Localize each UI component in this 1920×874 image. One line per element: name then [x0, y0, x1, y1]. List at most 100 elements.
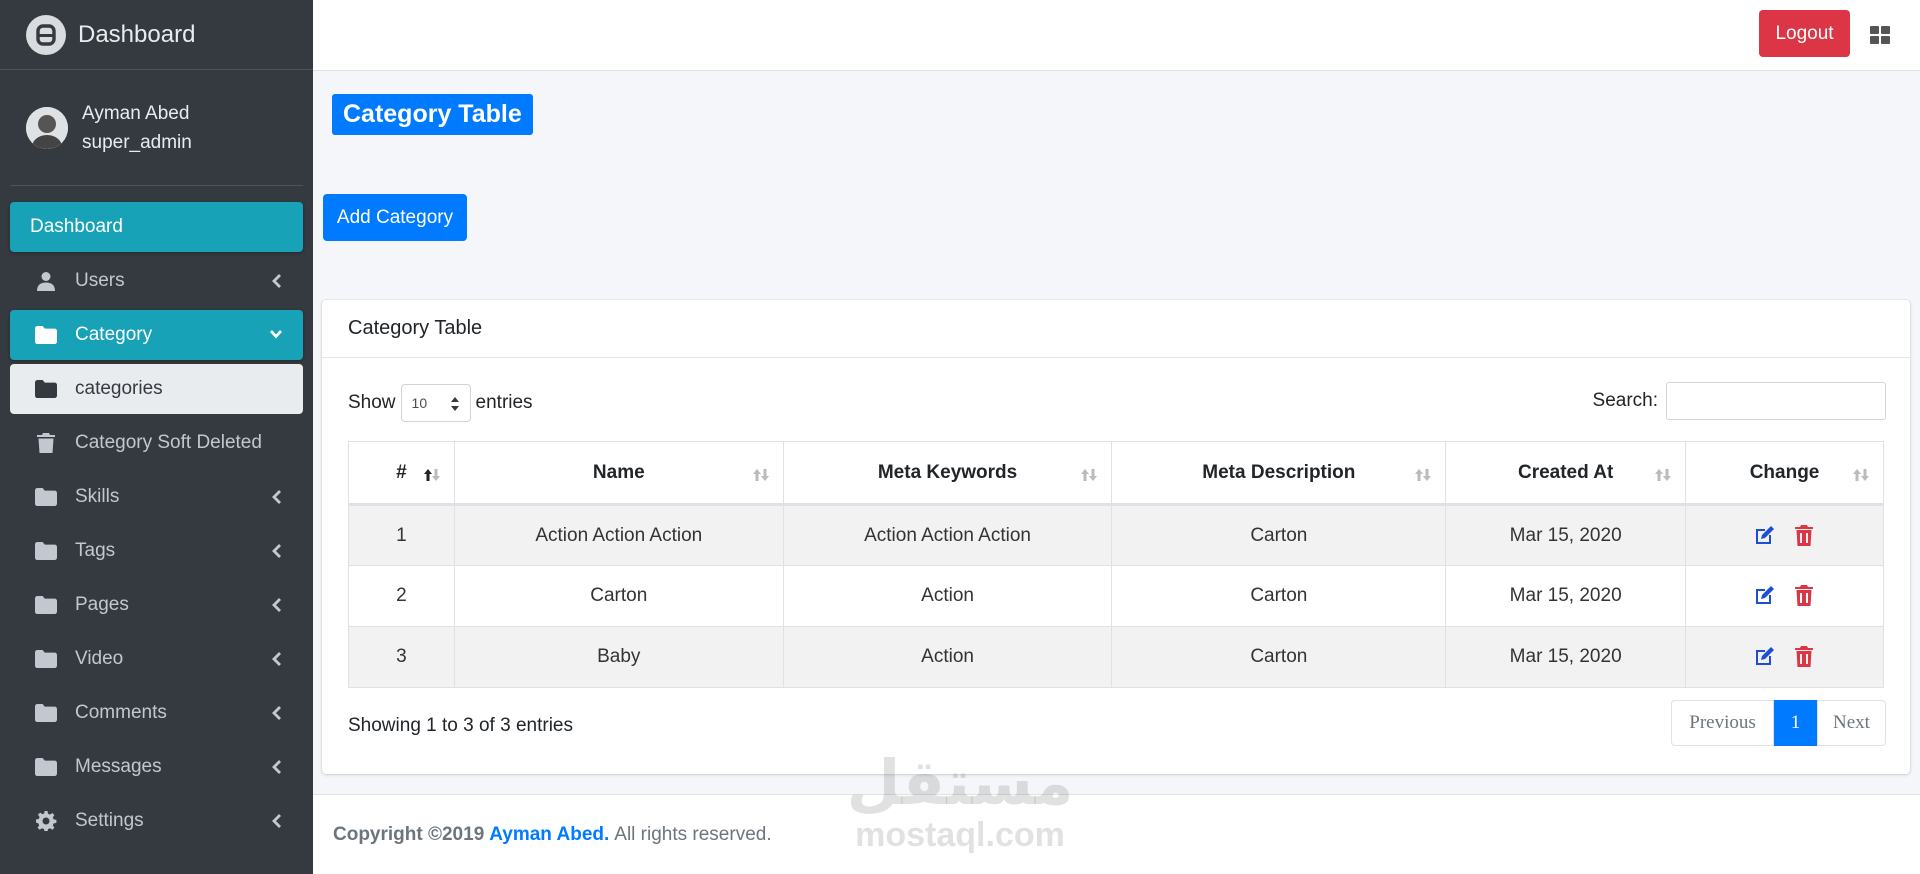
sort-icon: [1413, 466, 1433, 481]
pagination-next[interactable]: Next: [1817, 700, 1886, 746]
sidebar-item-label: Comments: [75, 702, 167, 723]
cell-actions: [1685, 626, 1884, 688]
sidebar-item-pages[interactable]: Pages: [10, 580, 303, 630]
column-header-created-at[interactable]: Created At: [1445, 441, 1687, 506]
page-length-control: Show 10 entries: [348, 384, 533, 422]
table-header-row: # Name Meta Keywords Meta Description Cr…: [348, 441, 1884, 506]
cell-created-at: Mar 15, 2020: [1445, 565, 1687, 627]
sidebar-item-users[interactable]: Users: [10, 256, 303, 306]
pagination-previous[interactable]: Previous: [1671, 700, 1774, 746]
logout-button[interactable]: Logout: [1759, 10, 1850, 57]
folder-icon: [34, 324, 58, 346]
top-navbar: Logout: [313, 0, 1920, 71]
page-length-select[interactable]: 10: [400, 384, 471, 422]
column-header-meta-keywords[interactable]: Meta Keywords: [782, 441, 1113, 506]
chevron-left-icon: [269, 543, 283, 559]
sidebar-item-settings[interactable]: Settings: [10, 796, 303, 846]
cell-description: Carton: [1111, 626, 1447, 688]
cell-actions: [1685, 565, 1884, 627]
sidebar-item-label: Settings: [75, 810, 144, 831]
user-role: super_admin: [82, 131, 192, 153]
pagination-page-1[interactable]: 1: [1774, 700, 1817, 746]
edit-icon[interactable]: [1754, 525, 1776, 546]
add-category-button[interactable]: Add Category: [323, 194, 467, 241]
edit-icon[interactable]: [1754, 646, 1776, 667]
trash-icon[interactable]: [1793, 646, 1815, 668]
folder-icon: [34, 756, 58, 778]
select-arrows-icon: [450, 397, 459, 414]
cell-id: 1: [348, 504, 455, 566]
category-table: # Name Meta Keywords Meta Description Cr…: [348, 441, 1884, 688]
folder-icon: [34, 594, 58, 616]
column-header-id[interactable]: #: [348, 441, 455, 506]
column-header-name[interactable]: Name: [453, 441, 784, 506]
sidebar-item-label: Dashboard: [30, 216, 123, 237]
sidebar-item-category[interactable]: Category: [10, 310, 303, 360]
trash-icon: [34, 432, 58, 454]
sidebar-nav: Dashboard Users Category categories Cate…: [0, 186, 313, 846]
edit-icon[interactable]: [1754, 585, 1776, 606]
sidebar-item-messages[interactable]: Messages: [10, 742, 303, 792]
chevron-left-icon: [269, 759, 283, 775]
watermark-latin: mostaql.com: [855, 816, 1065, 854]
chevron-left-icon: [269, 489, 283, 505]
chevron-left-icon: [269, 651, 283, 667]
cell-created-at: Mar 15, 2020: [1445, 626, 1687, 688]
sidebar-item-label: categories: [75, 378, 163, 399]
avatar: [26, 106, 68, 149]
card-title: Category Table: [322, 300, 1910, 358]
footer-author-link[interactable]: Ayman Abed.: [489, 824, 609, 846]
cell-id: 2: [348, 565, 455, 627]
search-input[interactable]: [1666, 382, 1886, 420]
sidebar-item-category-soft-deleted[interactable]: Category Soft Deleted: [10, 418, 303, 468]
footer-copyright: Copyright ©2019: [333, 823, 485, 845]
brand-link[interactable]: Dashboard: [0, 0, 313, 70]
sort-icon: [1851, 466, 1871, 481]
chevron-left-icon: [269, 597, 283, 613]
table-row: 3 Baby Action Carton Mar 15, 2020: [348, 626, 1884, 688]
column-header-meta-description[interactable]: Meta Description: [1111, 441, 1447, 506]
chevron-down-icon: [269, 327, 283, 343]
sidebar-item-skills[interactable]: Skills: [10, 472, 303, 522]
table-row: 2 Carton Action Carton Mar 15, 2020: [348, 565, 1884, 627]
sidebar-item-comments[interactable]: Comments: [10, 688, 303, 738]
chevron-left-icon: [269, 273, 283, 289]
brand-logo-icon: [26, 14, 66, 55]
search-label: Search:: [1592, 390, 1658, 411]
footer-rights: All rights reserved.: [614, 823, 772, 845]
entries-label: entries: [475, 392, 533, 413]
chevron-left-icon: [269, 813, 283, 829]
cell-name: Action Action Action: [453, 504, 784, 566]
sidebar-item-video[interactable]: Video: [10, 634, 303, 684]
sidebar-item-tags[interactable]: Tags: [10, 526, 303, 576]
folder-icon: [34, 378, 58, 400]
sort-ascending-icon: [422, 466, 442, 481]
cell-name: Carton: [453, 565, 784, 627]
apps-grid-icon[interactable]: [1870, 26, 1890, 44]
trash-icon[interactable]: [1793, 585, 1815, 607]
user-icon: [34, 270, 58, 292]
sort-icon: [1653, 466, 1673, 481]
footer: Copyright ©2019 Ayman Abed. All rights r…: [313, 794, 1920, 874]
column-header-change[interactable]: Change: [1685, 441, 1884, 506]
sidebar-item-dashboard[interactable]: Dashboard: [10, 202, 303, 252]
cell-keywords: Action: [782, 626, 1113, 688]
page-title: Category Table: [332, 94, 533, 135]
cell-description: Carton: [1111, 565, 1447, 627]
table-info: Showing 1 to 3 of 3 entries: [348, 715, 573, 736]
sidebar-item-label: Skills: [75, 486, 120, 507]
user-panel[interactable]: Ayman Abed super_admin: [10, 70, 303, 186]
sidebar-item-label: Category Soft Deleted: [75, 432, 262, 453]
cell-keywords: Action Action Action: [782, 504, 1113, 566]
cell-id: 3: [348, 626, 455, 688]
sidebar-item-categories[interactable]: categories: [10, 364, 303, 414]
cell-name: Baby: [453, 626, 784, 688]
sidebar-item-label: Pages: [75, 594, 129, 615]
sidebar-item-label: Video: [75, 648, 124, 669]
cell-description: Carton: [1111, 504, 1447, 566]
pagination: Previous 1 Next: [1671, 700, 1886, 746]
cell-created-at: Mar 15, 2020: [1445, 504, 1687, 566]
trash-icon[interactable]: [1793, 524, 1815, 546]
brand-text: Dashboard: [78, 20, 196, 48]
search-control: Search:: [1593, 382, 1886, 420]
